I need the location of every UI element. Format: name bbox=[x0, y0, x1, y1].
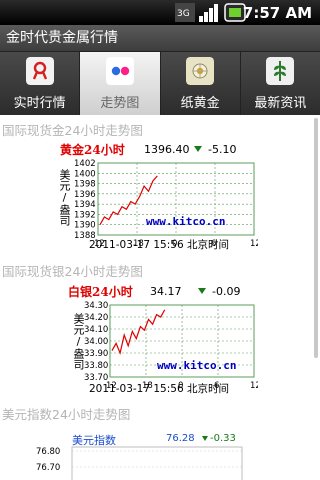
usd-change: -0.33 bbox=[210, 433, 236, 444]
y-tick-label: 76.70 bbox=[36, 463, 60, 473]
gold-change: -5.10 bbox=[208, 143, 237, 156]
x-tick-label: 12 bbox=[250, 239, 258, 249]
gold-timestamp: 2011-03-17 15:56 北京时间 bbox=[89, 239, 229, 251]
paper-gold-icon bbox=[186, 57, 215, 85]
gold-chart-card[interactable]: 黄金24小时 1396.40 -5.10 美元/盎司 1402 1400 1398 1… bbox=[58, 141, 258, 251]
usd-price: 76.28 bbox=[166, 433, 195, 444]
tab-label: 实时行情 bbox=[13, 96, 66, 111]
tab-trend[interactable]: 走势图 bbox=[80, 52, 161, 115]
silver-change: -0.09 bbox=[212, 285, 241, 298]
y-tick-label: 34.20 bbox=[84, 313, 108, 323]
usd-section-title: 美元指数24小时走势图 bbox=[2, 407, 131, 422]
y-tick-label: 33.90 bbox=[84, 349, 108, 359]
chart-list[interactable]: 国际现货金24小时走势图 黄金24小时 1396.40 -5.10 美元/盎司 … bbox=[0, 115, 312, 480]
silver-section-title: 国际现货银24小时走势图 bbox=[2, 264, 143, 279]
y-tick-label: 34.10 bbox=[84, 325, 108, 335]
silver-price-chart: 34.3034.2034.1034.0033.9033.8033.7012 18 0… bbox=[84, 301, 258, 391]
gold-chart-name: 黄金24小时 bbox=[60, 143, 125, 157]
status-bar: 3G 7:57 AM bbox=[0, 0, 320, 25]
y-tick-label: 34.30 bbox=[84, 301, 108, 311]
trend-icon bbox=[105, 57, 134, 85]
silver-watermark: www.kitco.cn bbox=[157, 359, 237, 372]
down-arrow-icon bbox=[194, 146, 202, 152]
tab-realtime[interactable]: 实时行情 bbox=[0, 52, 81, 115]
tab-paper-gold[interactable]: 纸黄金 bbox=[161, 52, 241, 115]
silver-chart-name: 白银24小时 bbox=[68, 285, 133, 299]
tab-bar: 实时行情 走势图 纸黄金 最新资讯 bbox=[0, 52, 320, 115]
ylabel-text: 美元/盎司 bbox=[72, 313, 85, 370]
app-title: 金时代贵金属行情 bbox=[0, 25, 320, 52]
y-tick-label: 1396 bbox=[74, 190, 96, 200]
tab-label: 纸黄金 bbox=[180, 96, 220, 111]
gold-section-title: 国际现货金24小时走势图 bbox=[2, 123, 143, 138]
usd-plot-frame bbox=[71, 446, 243, 480]
scrollbar[interactable] bbox=[314, 118, 318, 358]
down-arrow-icon bbox=[202, 436, 208, 441]
news-icon bbox=[266, 57, 295, 85]
y-tick-label: 1394 bbox=[74, 200, 96, 210]
usd-index-chart: 76.80 76.70 bbox=[36, 446, 243, 480]
tab-news[interactable]: 最新资讯 bbox=[241, 52, 320, 115]
gold-price: 1396.40 bbox=[144, 143, 190, 156]
clock: 7:57 AM bbox=[242, 4, 312, 22]
tab-label: 走势图 bbox=[100, 96, 140, 111]
y-tick-label: 1392 bbox=[74, 210, 96, 220]
gold-watermark: www.kitco.cn bbox=[146, 215, 226, 228]
gold-y-axis-label: 美元/盎司 bbox=[58, 169, 72, 226]
ylabel-text: 美元/盎司 bbox=[58, 169, 71, 226]
silver-price: 34.17 bbox=[150, 285, 182, 298]
down-arrow-icon bbox=[198, 288, 206, 294]
y-tick-label: 33.80 bbox=[84, 361, 108, 371]
y-tick-label: 1390 bbox=[74, 221, 96, 231]
y-tick-label: 1398 bbox=[74, 180, 96, 190]
y-tick-label: 76.80 bbox=[36, 447, 60, 457]
silver-chart-card[interactable]: 白银24小时 34.17 -0.09 美元/盎司 34.30 34.20 34.10… bbox=[58, 283, 258, 393]
x-tick-label: 12 bbox=[250, 381, 258, 391]
svg-text:3G: 3G bbox=[177, 9, 190, 19]
y-tick-label: 1402 bbox=[74, 159, 96, 169]
y-tick-label: 34.00 bbox=[84, 337, 108, 347]
signal-icon bbox=[199, 4, 218, 22]
y-tick-label: 1400 bbox=[74, 169, 96, 179]
tab-label: 最新资讯 bbox=[254, 96, 307, 111]
realtime-icon bbox=[25, 57, 54, 85]
3g-data-icon: 3G bbox=[175, 3, 195, 22]
silver-timestamp: 2011-03-17 15:56 北京时间 bbox=[89, 383, 229, 395]
